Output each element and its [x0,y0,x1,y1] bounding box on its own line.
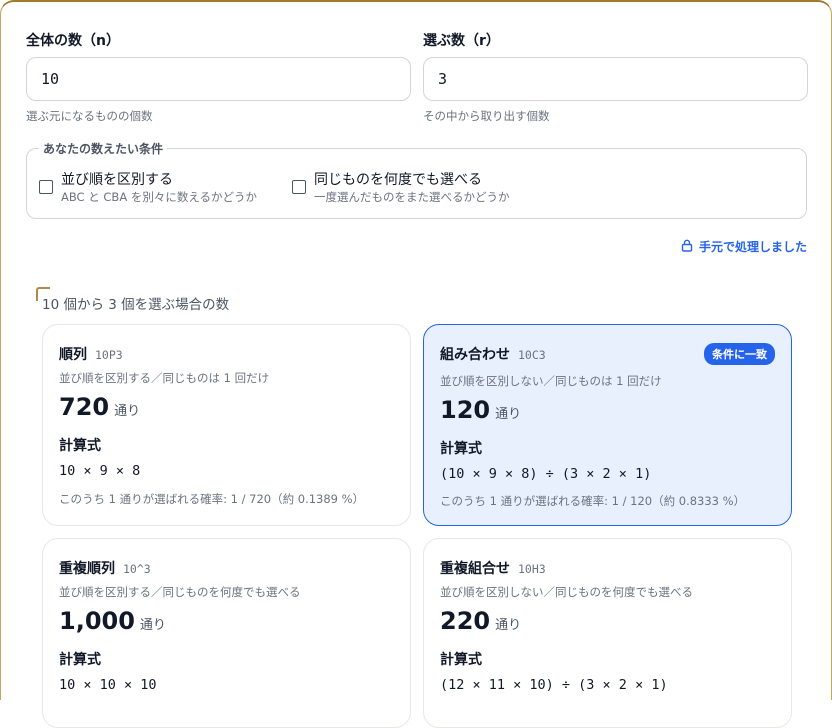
probability-text: このうち 1 通りが選ばれる確率: 1 / 120（約 0.8333 %） [440,494,746,508]
card-code: 10^3 [123,562,151,576]
card-description: 並び順を区別しない／同じものは 1 回だけ [440,374,662,388]
card-name: 順列 [59,347,87,363]
results-title: 10 個から 3 個を選ぶ場合の数 [42,297,230,313]
r-input[interactable]: 3 [423,57,808,101]
formula: (12 × 11 × 10) ÷ (3 × 2 × 1) [440,677,668,693]
card-value: 120 [440,396,491,424]
match-badge: 条件に一致 [704,343,775,365]
r-hint: その中から取り出す個数 [423,109,550,123]
order-checkbox[interactable] [39,180,53,194]
card-code: 10C3 [518,348,546,362]
n-label: 全体の数（n） [26,33,120,49]
lock-icon [681,239,699,255]
card-name: 重複組合せ [440,561,510,577]
repeat-label: 同じものを何度でも選べる [314,172,482,188]
formula-label: 計算式 [59,438,101,454]
card-description: 並び順を区別する／同じものは 1 回だけ [59,371,270,385]
formula: 10 × 9 × 8 [59,463,141,479]
formula: (10 × 9 × 8) ÷ (3 × 2 × 1) [440,466,652,482]
card-unit: 通り [495,407,522,422]
order-option[interactable]: 並び順を区別する ABC と CBA を別々に数えるかどうか [39,171,257,205]
card-value: 720 [59,393,110,421]
order-hint: ABC と CBA を別々に数えるかどうか [61,190,257,204]
n-hint: 選ぶ元になるものの個数 [26,109,153,123]
repeat-checkbox[interactable] [292,180,306,194]
card-description: 並び順を区別する／同じものを何度でも選べる [59,585,301,599]
card-unit: 通り [114,404,141,419]
combination-card: 組み合わせ 10C3 条件に一致 並び順を区別しない／同じものは 1 回だけ 1… [423,324,792,526]
repeat-option[interactable]: 同じものを何度でも選べる 一度選んだものをまた選べるかどうか [292,171,510,205]
calculator-panel: 全体の数（n） 10 選ぶ元になるものの個数 選ぶ数（r） 3 その中から取り出… [0,0,832,728]
r-label: 選ぶ数（r） [423,33,500,49]
local-note-text: 手元で処理しました [698,240,807,254]
formula-label: 計算式 [59,652,101,668]
card-unit: 通り [495,618,522,633]
permutation-card: 順列 10P3 並び順を区別する／同じものは 1 回だけ 720 通り 計算式 … [42,324,411,526]
local-processing-note: 手元で処理しました [681,238,807,255]
order-label: 並び順を区別する [61,172,173,188]
card-description: 並び順を区別しない／同じものを何度でも選べる [440,585,693,599]
card-value: 1,000 [59,607,135,635]
formula-label: 計算式 [440,441,482,457]
conditions-legend: あなたの数えたい条件 [39,140,168,157]
card-name: 重複順列 [59,561,115,577]
probability-text: このうち 1 通りが選ばれる確率: 1 / 720（約 0.1389 %） [59,492,365,506]
conditions-fieldset: あなたの数えたい条件 並び順を区別する ABC と CBA を別々に数えるかどう… [26,140,807,219]
card-code: 10H3 [518,562,546,576]
formula-label: 計算式 [440,652,482,668]
n-input[interactable]: 10 [26,57,411,101]
card-code: 10P3 [95,348,123,362]
card-value: 220 [440,607,491,635]
repeat-hint: 一度選んだものをまた選べるかどうか [314,190,510,204]
formula: 10 × 10 × 10 [59,677,157,693]
card-name: 組み合わせ [440,347,510,363]
card-unit: 通り [139,618,166,633]
